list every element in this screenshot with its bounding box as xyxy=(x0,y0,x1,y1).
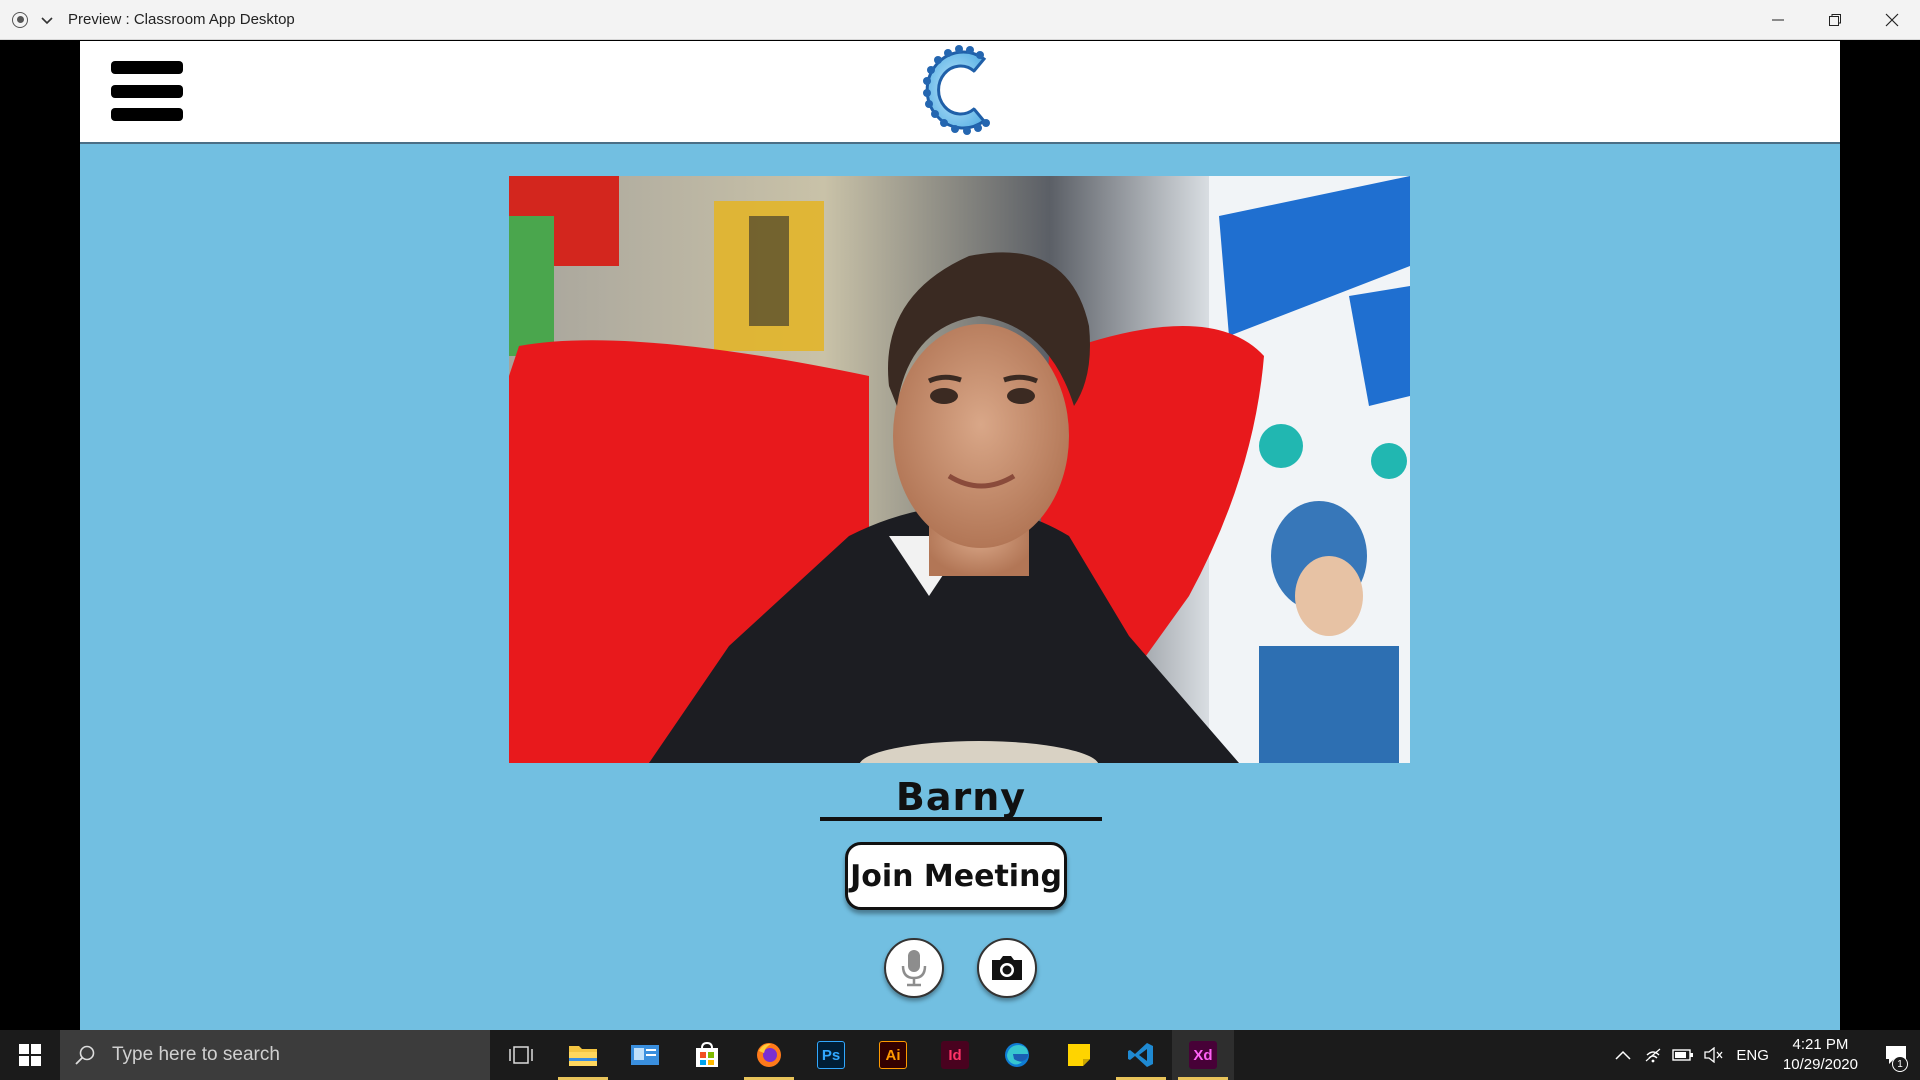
taskbar: Type here to search Ps Ai Id Xd ENG 4:21… xyxy=(0,1030,1920,1080)
search-icon xyxy=(75,1045,95,1065)
notification-count: 1 xyxy=(1892,1056,1908,1072)
taskbar-search[interactable]: Type here to search xyxy=(60,1030,490,1080)
task-view-icon[interactable] xyxy=(490,1030,552,1080)
notifications-button[interactable]: 1 xyxy=(1872,1030,1920,1080)
wifi-icon[interactable] xyxy=(1638,1030,1668,1080)
clock-date: 10/29/2020 xyxy=(1782,1056,1858,1073)
minimize-button[interactable] xyxy=(1749,0,1806,40)
classroom-logo xyxy=(923,45,990,135)
chevron-up-icon[interactable] xyxy=(1608,1030,1638,1080)
file-explorer-icon[interactable] xyxy=(552,1030,614,1080)
participant-photo xyxy=(509,176,1410,763)
edge-icon[interactable] xyxy=(986,1030,1048,1080)
camera-button[interactable] xyxy=(977,938,1037,998)
clock-time: 4:21 PM xyxy=(1792,1036,1849,1053)
contacts-icon[interactable] xyxy=(614,1030,676,1080)
start-button[interactable] xyxy=(0,1030,60,1080)
illustrator-icon[interactable]: Ai xyxy=(862,1030,924,1080)
indesign-icon[interactable]: Id xyxy=(924,1030,986,1080)
join-meeting-button[interactable]: Join Meeting xyxy=(845,842,1067,910)
window-title-bar: Preview : Classroom App Desktop xyxy=(0,0,1920,40)
language-indicator[interactable]: ENG xyxy=(1736,1047,1769,1064)
participant-name: Barny xyxy=(820,775,1102,821)
search-placeholder: Type here to search xyxy=(112,1044,280,1065)
hamburger-menu-icon[interactable] xyxy=(111,61,183,121)
sticky-notes-icon[interactable] xyxy=(1048,1030,1110,1080)
vscode-icon[interactable] xyxy=(1110,1030,1172,1080)
close-button[interactable] xyxy=(1863,0,1920,40)
restore-button[interactable] xyxy=(1806,0,1863,40)
volume-muted-icon[interactable] xyxy=(1698,1030,1728,1080)
window-title: Preview : Classroom App Desktop xyxy=(68,11,295,28)
adobe-xd-icon[interactable]: Xd xyxy=(1172,1030,1234,1080)
chevron-down-icon[interactable] xyxy=(40,13,54,27)
microphone-button[interactable] xyxy=(884,938,944,998)
microphone-icon xyxy=(901,950,927,987)
name-underline xyxy=(820,817,1102,821)
store-icon[interactable] xyxy=(676,1030,738,1080)
system-tray: ENG 4:21 PM 10/29/2020 1 xyxy=(1608,1030,1920,1080)
minimize-icon xyxy=(1771,19,1784,21)
camera-icon xyxy=(992,956,1022,980)
close-icon xyxy=(1885,13,1898,27)
battery-icon[interactable] xyxy=(1668,1030,1698,1080)
photoshop-icon[interactable]: Ps xyxy=(800,1030,862,1080)
clock[interactable]: 4:21 PM 10/29/2020 xyxy=(1783,1035,1858,1075)
classroom-app: Barny Join Meeting xyxy=(80,41,1840,1030)
firefox-icon[interactable] xyxy=(738,1030,800,1080)
restore-icon xyxy=(1828,14,1841,26)
participant-name-text: Barny xyxy=(895,775,1027,819)
record-icon[interactable] xyxy=(12,11,28,28)
app-header xyxy=(80,41,1840,144)
windows-logo-icon xyxy=(19,1044,41,1066)
